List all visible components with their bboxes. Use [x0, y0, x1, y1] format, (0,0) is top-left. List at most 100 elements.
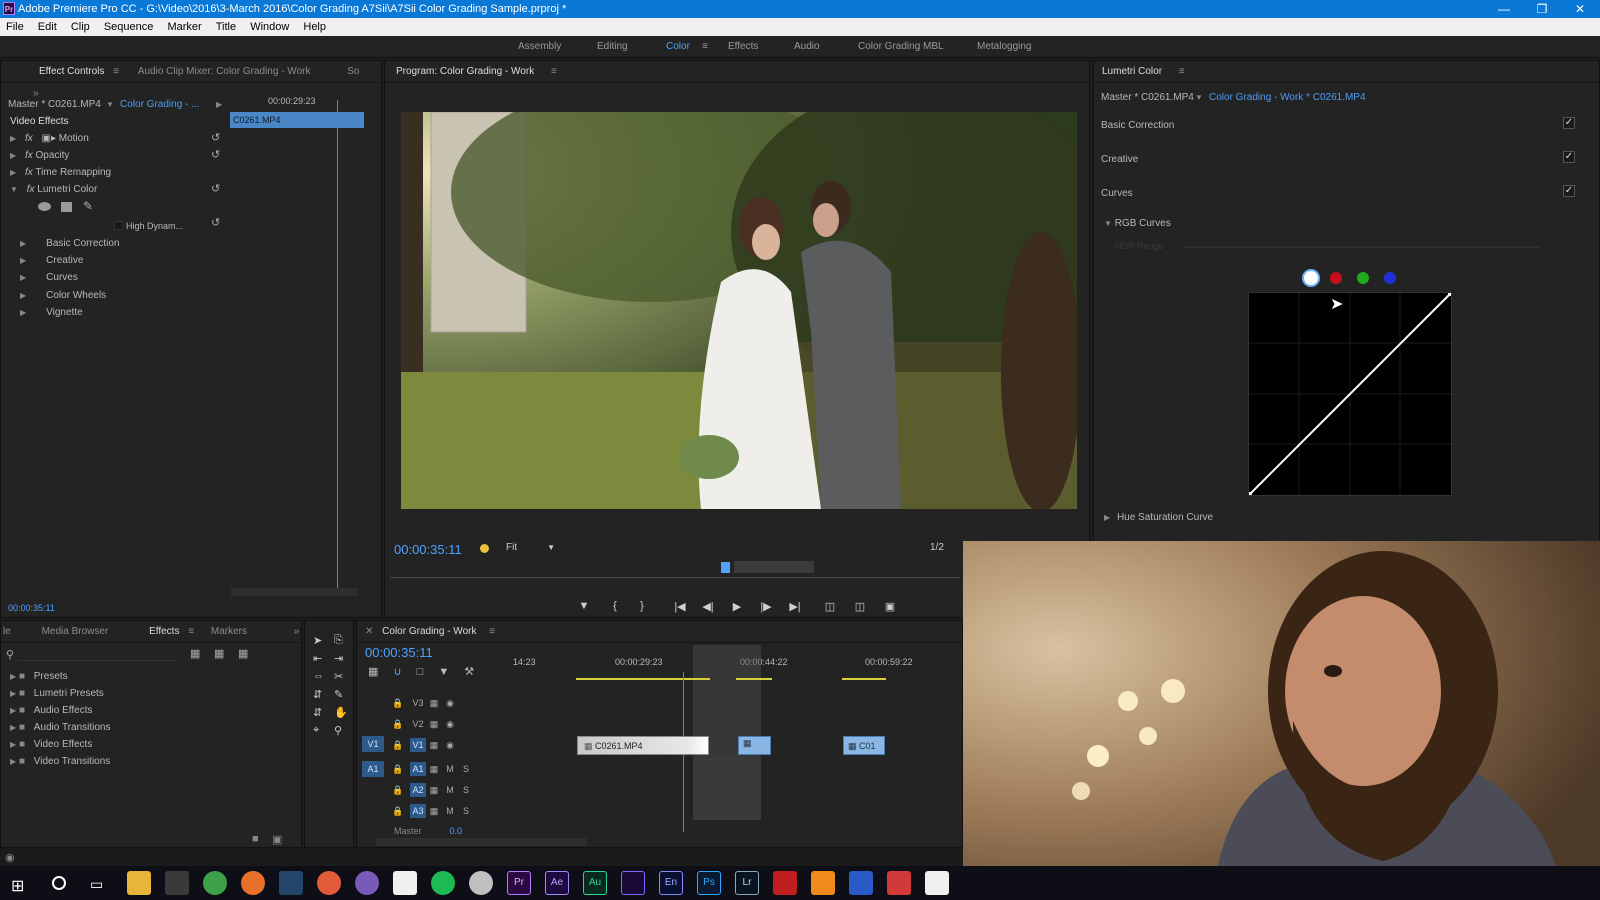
ec-curves[interactable]: ▶ Curves: [20, 269, 78, 286]
sync-icon[interactable]: ▦: [426, 762, 442, 776]
sequence-clip-link[interactable]: Color Grading - ...: [120, 96, 199, 113]
expand-icon[interactable]: ▶: [10, 134, 16, 143]
rectangle-mask-icon[interactable]: [61, 202, 72, 212]
go-to-out-icon[interactable]: ▶|: [785, 600, 805, 616]
play-arrow-icon[interactable]: ▶: [216, 96, 222, 113]
panel-menu-icon[interactable]: ≡: [113, 66, 119, 77]
program-zoom-bar[interactable]: [734, 561, 814, 573]
expand-icon[interactable]: ▶: [20, 291, 26, 300]
mute-button[interactable]: M: [442, 783, 458, 797]
lock-icon[interactable]: 🔒: [390, 717, 406, 731]
creative-checkbox[interactable]: ✓: [1563, 151, 1575, 163]
sync-icon[interactable]: ▦: [426, 717, 442, 731]
trash-icon[interactable]: ▣: [272, 833, 282, 846]
clip-c01[interactable]: ▦ C01: [843, 736, 885, 755]
rgb-curve-graph[interactable]: [1248, 292, 1452, 496]
chevron-down-icon[interactable]: ▼: [1195, 89, 1203, 106]
ec-basic-correction[interactable]: ▶ Basic Correction: [20, 235, 120, 252]
task-view-icon[interactable]: ▭: [90, 876, 103, 893]
ec-color-wheels[interactable]: ▶ Color Wheels: [20, 287, 106, 304]
fit-dropdown[interactable]: Fit ▼: [506, 542, 555, 553]
expand-icon[interactable]: ▶: [20, 256, 26, 265]
workspace-color-grading-mbl[interactable]: Color Grading MBL: [858, 36, 944, 58]
menu-window[interactable]: Window: [250, 21, 289, 33]
disc-icon[interactable]: [469, 871, 493, 895]
panel-menu-icon[interactable]: ≡: [1179, 66, 1185, 77]
effect-opacity[interactable]: ▶ fx Opacity: [10, 147, 69, 164]
steam-icon[interactable]: [279, 871, 303, 895]
workspace-assembly[interactable]: Assembly: [518, 36, 561, 58]
solo-button[interactable]: S: [458, 783, 474, 797]
hdr-checkbox[interactable]: [114, 221, 123, 230]
sync-icon[interactable]: ▦: [426, 804, 442, 818]
solo-button[interactable]: S: [458, 804, 474, 818]
lightroom-icon[interactable]: Lr: [735, 871, 759, 895]
tab-effect-controls[interactable]: Effect Controls: [39, 66, 104, 77]
panel-menu-icon[interactable]: ≡: [551, 66, 557, 77]
effects-item-video-effects[interactable]: ▶ ■ Video Effects: [10, 736, 92, 753]
rolling-edit-tool-icon[interactable]: ⇔: [313, 670, 324, 682]
basic-correction-checkbox[interactable]: ✓: [1563, 117, 1575, 129]
program-video-frame[interactable]: [401, 112, 1077, 509]
eye-icon[interactable]: ◉: [442, 738, 458, 752]
document-icon[interactable]: [393, 871, 417, 895]
workspace-effects[interactable]: Effects: [728, 36, 758, 58]
app-red-icon[interactable]: [887, 871, 911, 895]
hdr-range-slider[interactable]: [1185, 246, 1540, 248]
audio-clip-block[interactable]: [693, 758, 761, 820]
photoshop-icon[interactable]: Ps: [697, 871, 721, 895]
expand-icon[interactable]: ▶: [20, 308, 26, 317]
menu-title[interactable]: Title: [216, 21, 236, 33]
spotify-icon[interactable]: [431, 871, 455, 895]
linked-selection-icon[interactable]: □: [417, 666, 424, 678]
panel-menu-icon[interactable]: ≡: [188, 626, 194, 637]
lumetri-curves[interactable]: Curves: [1101, 185, 1133, 202]
rgb-curves-toggle[interactable]: ▼ RGB Curves: [1104, 215, 1171, 232]
media-encoder-alt-icon[interactable]: [621, 871, 645, 895]
file-explorer-icon[interactable]: [127, 871, 151, 895]
channel-blue-button[interactable]: [1384, 272, 1396, 284]
premiere-taskbar-icon[interactable]: Pr: [507, 871, 531, 895]
add-marker-icon[interactable]: ▼: [438, 666, 449, 678]
workspace-audio[interactable]: Audio: [794, 36, 820, 58]
program-monitor-title[interactable]: Program: Color Grading - Work: [396, 66, 534, 77]
track-v2-label[interactable]: V2: [410, 717, 426, 731]
lumetri-creative[interactable]: Creative: [1101, 151, 1138, 168]
source-patch-v1[interactable]: V1: [362, 736, 384, 752]
clip-adjustment[interactable]: ▦: [738, 736, 771, 755]
accelerated-effects-icon[interactable]: ▦: [190, 647, 200, 660]
notepad-icon[interactable]: [925, 871, 949, 895]
menu-file[interactable]: File: [6, 21, 24, 33]
encore-icon[interactable]: En: [659, 871, 683, 895]
menu-marker[interactable]: Marker: [167, 21, 201, 33]
32bit-effects-icon[interactable]: ▦: [214, 647, 224, 660]
program-timecode[interactable]: 00:00:35:11: [394, 542, 462, 557]
pen-tool-icon[interactable]: ✎: [334, 688, 343, 701]
program-time-ruler[interactable]: [390, 568, 960, 578]
mark-in-icon[interactable]: {: [605, 600, 625, 616]
app-orange-icon[interactable]: [811, 871, 835, 895]
channel-green-button[interactable]: [1357, 272, 1369, 284]
clip-bar[interactable]: C0261.MP4: [230, 112, 364, 128]
workspace-color[interactable]: Color: [666, 36, 690, 58]
search-icon[interactable]: ⚲: [6, 648, 14, 661]
effect-motion[interactable]: ▶ fx ▣▸ Motion: [10, 130, 89, 147]
windows-start-icon[interactable]: ⊞: [11, 876, 24, 896]
step-back-icon[interactable]: ◀|: [698, 600, 718, 616]
timeline-scrollbar[interactable]: [376, 838, 586, 846]
expand-icon[interactable]: ▶: [20, 273, 26, 282]
step-forward-icon[interactable]: |▶: [756, 600, 776, 616]
menu-sequence[interactable]: Sequence: [104, 21, 154, 33]
selection-tool-icon[interactable]: ➤: [313, 634, 322, 647]
panel-overflow-icon[interactable]: »: [294, 626, 300, 637]
tab-audio-clip-mixer[interactable]: Audio Clip Mixer: Color Grading - Work: [138, 66, 311, 77]
mute-button[interactable]: M: [442, 804, 458, 818]
effect-time-remapping[interactable]: ▶ fx Time Remapping: [10, 164, 111, 181]
filezilla-icon[interactable]: [773, 871, 797, 895]
lumetri-sequence-link[interactable]: Color Grading - Work * C0261.MP4: [1209, 89, 1366, 106]
channel-luma-button[interactable]: [1304, 271, 1318, 285]
menu-help[interactable]: Help: [303, 21, 326, 33]
hand-tool-icon[interactable]: ✋: [334, 706, 348, 719]
extract-icon[interactable]: ◫: [850, 600, 870, 616]
ec-scrollbar[interactable]: [231, 588, 357, 596]
